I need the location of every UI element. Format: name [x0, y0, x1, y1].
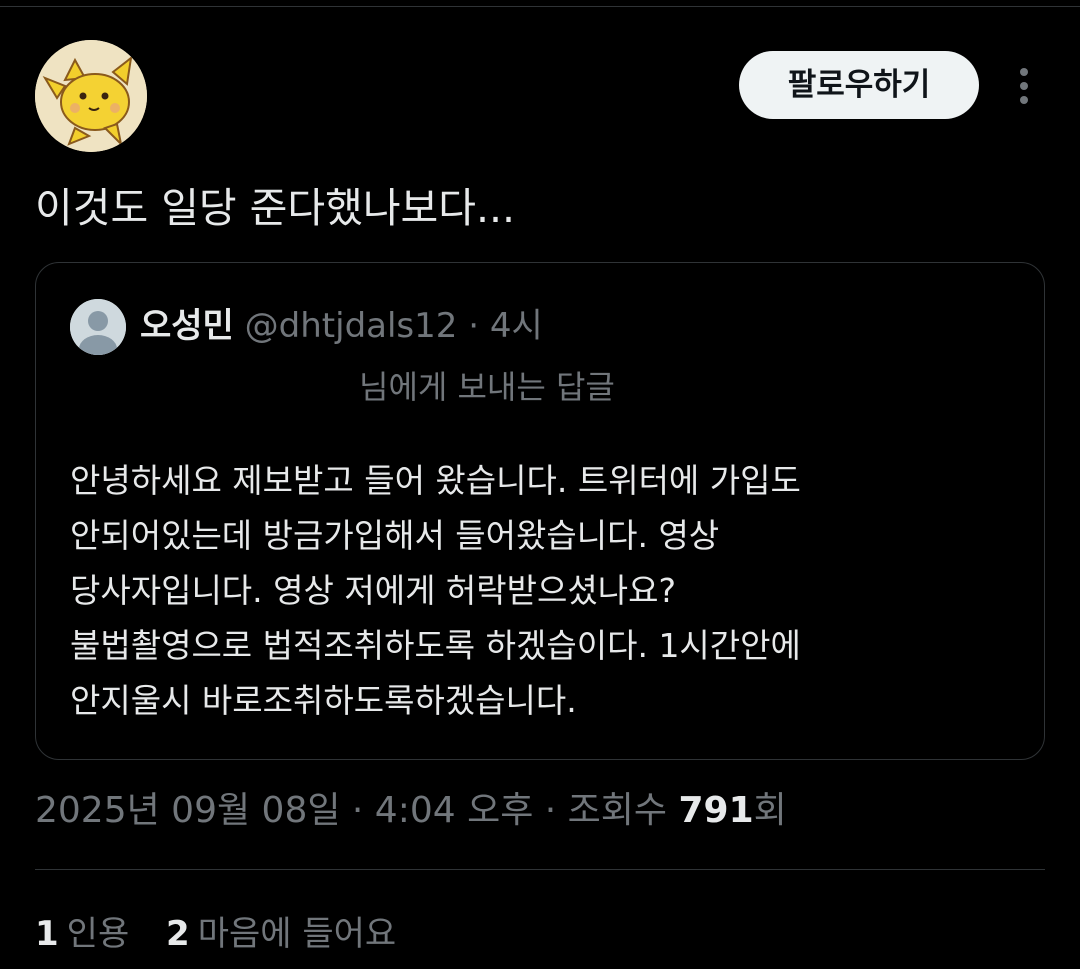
- quoted-post-time[interactable]: 4시: [490, 306, 543, 346]
- views-count: 791: [678, 790, 754, 831]
- post-timestamp[interactable]: 2025년 09월 08일 · 4:04 오후 · 조회수: [35, 790, 678, 831]
- likes-stat[interactable]: 2 마음에 들어요: [166, 914, 396, 954]
- quoted-post-header: 오성민 @dhtjdals12 · 4시: [140, 301, 543, 351]
- quoted-post-line: 안녕하세요 제보받고 들어 왔습니다. 트위터에 가입도: [70, 461, 801, 500]
- quoted-post-line: 안지울시 바로조취하도록하겠습니다.: [70, 681, 577, 720]
- replying-to-label: 님에게 보내는 답글: [359, 368, 615, 406]
- post-meta: 2025년 09월 08일 · 4:04 오후 · 조회수 791회: [35, 784, 787, 838]
- quoted-post[interactable]: 오성민 @dhtjdals12 · 4시 님에게 보내는 답글 안녕하세요 제보…: [35, 262, 1045, 760]
- quoted-author-handle[interactable]: @dhtjdals12: [245, 306, 458, 346]
- more-vertical-icon[interactable]: [1008, 66, 1040, 106]
- author-avatar[interactable]: [35, 40, 147, 152]
- more-dot: [1020, 68, 1028, 76]
- stats-divider: [35, 869, 1045, 870]
- quoted-author-name[interactable]: 오성민: [140, 306, 234, 346]
- quotes-label: 인용: [66, 914, 130, 954]
- follow-button[interactable]: 팔로우하기: [739, 51, 979, 119]
- default-profile-avatar-icon[interactable]: [70, 299, 126, 355]
- header-separator: ·: [468, 306, 480, 346]
- quoted-post-line: 불법촬영으로 법적조취하도록 하겠습이다. 1시간안에: [70, 626, 801, 665]
- views-suffix: 회: [753, 790, 787, 831]
- likes-count: 2: [166, 914, 190, 954]
- quotes-stat[interactable]: 1 인용: [35, 914, 140, 954]
- post-text: 이것도 일당 준다했나보다...: [35, 184, 516, 232]
- quoted-post-line: 안되어있는데 방금가입해서 들어왔습니다. 영상: [70, 516, 720, 555]
- pikachu-avatar-icon: [35, 40, 147, 152]
- more-dot: [1020, 82, 1028, 90]
- top-divider: [0, 6, 1080, 7]
- quotes-count: 1: [35, 914, 59, 954]
- likes-label: 마음에 들어요: [197, 914, 397, 954]
- person-silhouette-icon: [70, 299, 126, 355]
- quoted-post-body: 안녕하세요 제보받고 들어 왔습니다. 트위터에 가입도 안되어있는데 방금가입…: [70, 453, 1030, 728]
- engagement-stats: 1 인용 2 마음에 들어요: [35, 908, 422, 960]
- more-dot: [1020, 96, 1028, 104]
- quoted-post-line: 당사자입니다. 영상 저에게 허락받으셨나요?: [70, 571, 676, 610]
